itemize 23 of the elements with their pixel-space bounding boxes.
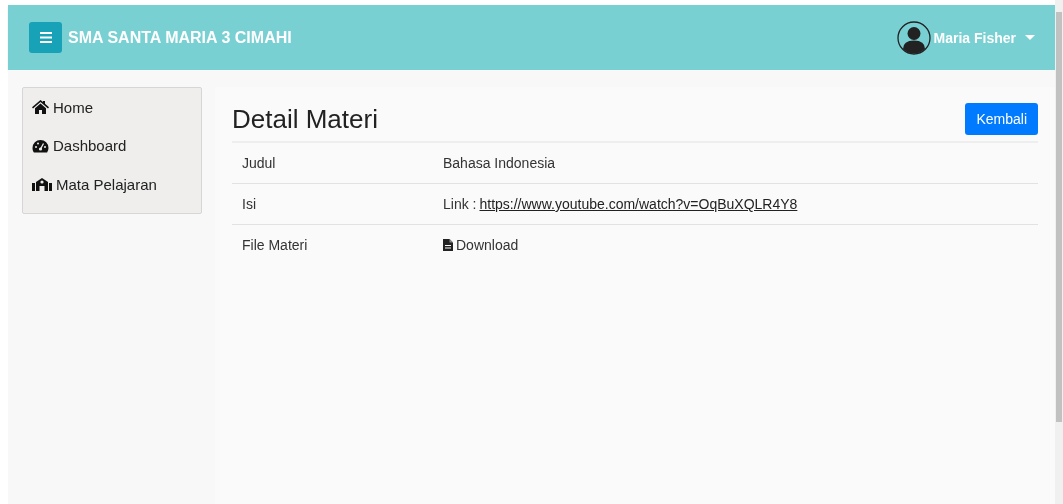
page-title: Detail Materi	[232, 103, 378, 135]
building-icon	[32, 177, 52, 192]
home-icon	[32, 100, 49, 115]
link-label: Link :	[443, 196, 477, 212]
menu-icon	[39, 32, 52, 43]
sidebar-item[interactable]: Home	[23, 88, 201, 127]
brand-title: SMA SANTA MARIA 3 CIMAHI	[68, 28, 292, 47]
menu-button[interactable]	[29, 22, 62, 53]
field-label: Isi	[241, 196, 257, 212]
field-value: Bahasa Indonesia	[443, 155, 556, 171]
field-label: File Materi	[241, 237, 309, 253]
scrollbar-thumb[interactable]	[1056, 12, 1062, 422]
gauge-icon	[32, 138, 49, 153]
sidebar-item[interactable]: Dashboard	[23, 126, 201, 165]
scrollbar[interactable]	[1055, 0, 1063, 504]
avatar-icon	[896, 20, 931, 55]
back-button[interactable]: Kembali	[965, 103, 1038, 135]
field-label: Judul	[241, 155, 277, 171]
download-link[interactable]: Download	[443, 237, 519, 253]
caret-icon	[1025, 34, 1035, 41]
file-icon	[443, 239, 453, 251]
sidebar-item[interactable]: Mata Pelajaran	[23, 165, 201, 204]
video-link[interactable]: https://www.youtube.com/watch?v=OqBuXQLR4Y8	[479, 196, 798, 212]
